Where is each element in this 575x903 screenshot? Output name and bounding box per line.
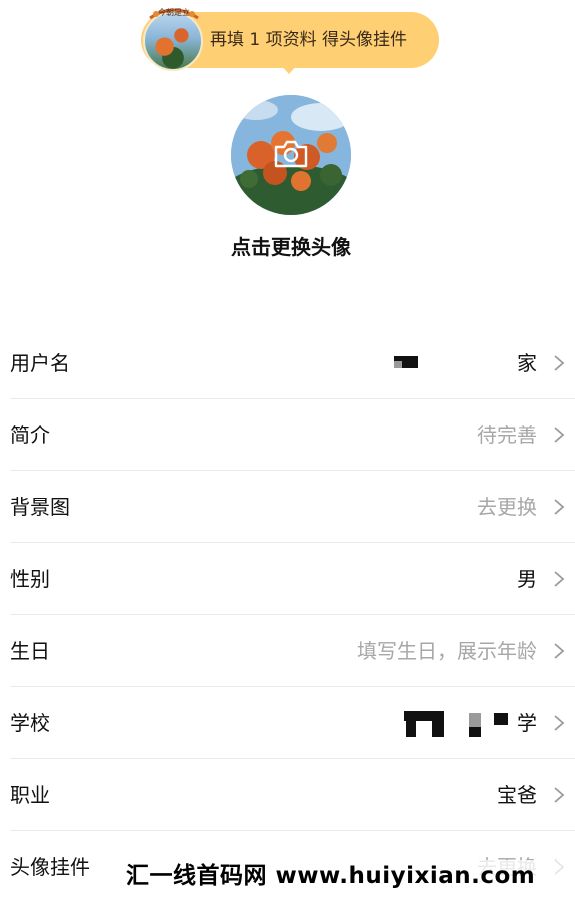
- chevron-right-icon: [554, 355, 565, 371]
- redacted-text: [432, 717, 444, 737]
- redacted-text: [406, 717, 416, 737]
- row-label: 简介: [10, 423, 50, 447]
- row-label: 学校: [10, 711, 50, 735]
- row-value: 填写生日，展示年龄: [357, 639, 537, 663]
- chevron-right-icon: [554, 571, 565, 587]
- row-value: 宝爸: [497, 783, 537, 807]
- row-bio[interactable]: 简介 待完善: [0, 399, 575, 471]
- tooltip-pointer: [280, 64, 298, 74]
- redacted-text: [494, 713, 508, 725]
- redacted-text: [469, 713, 481, 727]
- row-value: 待完善: [477, 423, 537, 447]
- row-username[interactable]: 用户名 家: [0, 327, 575, 399]
- change-avatar-label[interactable]: 点击更换头像: [200, 232, 382, 262]
- row-label: 职业: [10, 783, 50, 807]
- row-value: 男: [517, 567, 537, 591]
- row-occupation[interactable]: 职业 宝爸: [0, 759, 575, 831]
- row-label: 性别: [10, 567, 50, 591]
- chevron-right-icon: [554, 643, 565, 659]
- row-value: 去更换: [477, 495, 537, 519]
- camera-icon[interactable]: [272, 138, 310, 170]
- row-label: 背景图: [10, 495, 70, 519]
- chevron-right-icon: [554, 427, 565, 443]
- row-school[interactable]: 学校 学: [0, 687, 575, 759]
- chevron-right-icon: [554, 787, 565, 803]
- chevron-right-icon: [554, 715, 565, 731]
- row-label: 生日: [10, 639, 50, 663]
- redacted-text: [394, 361, 402, 368]
- tooltip-text: 再填 1 项资料 得头像挂件: [210, 30, 408, 50]
- row-label: 头像挂件: [10, 855, 90, 879]
- row-label: 用户名: [10, 351, 70, 375]
- row-value: 学: [517, 711, 537, 735]
- row-gender[interactable]: 性别 男: [0, 543, 575, 615]
- chevron-right-icon: [554, 499, 565, 515]
- frame-text: 今朝是立: [158, 7, 190, 17]
- row-background-image[interactable]: 背景图 去更换: [0, 471, 575, 543]
- row-value: 家: [517, 351, 537, 375]
- row-birthday[interactable]: 生日 填写生日，展示年龄: [0, 615, 575, 687]
- avatar-frame-decoration: 今朝是立: [149, 7, 199, 20]
- redacted-text: [469, 727, 481, 737]
- watermark: 汇一线首码网 www.huiyixian.com: [126, 863, 536, 889]
